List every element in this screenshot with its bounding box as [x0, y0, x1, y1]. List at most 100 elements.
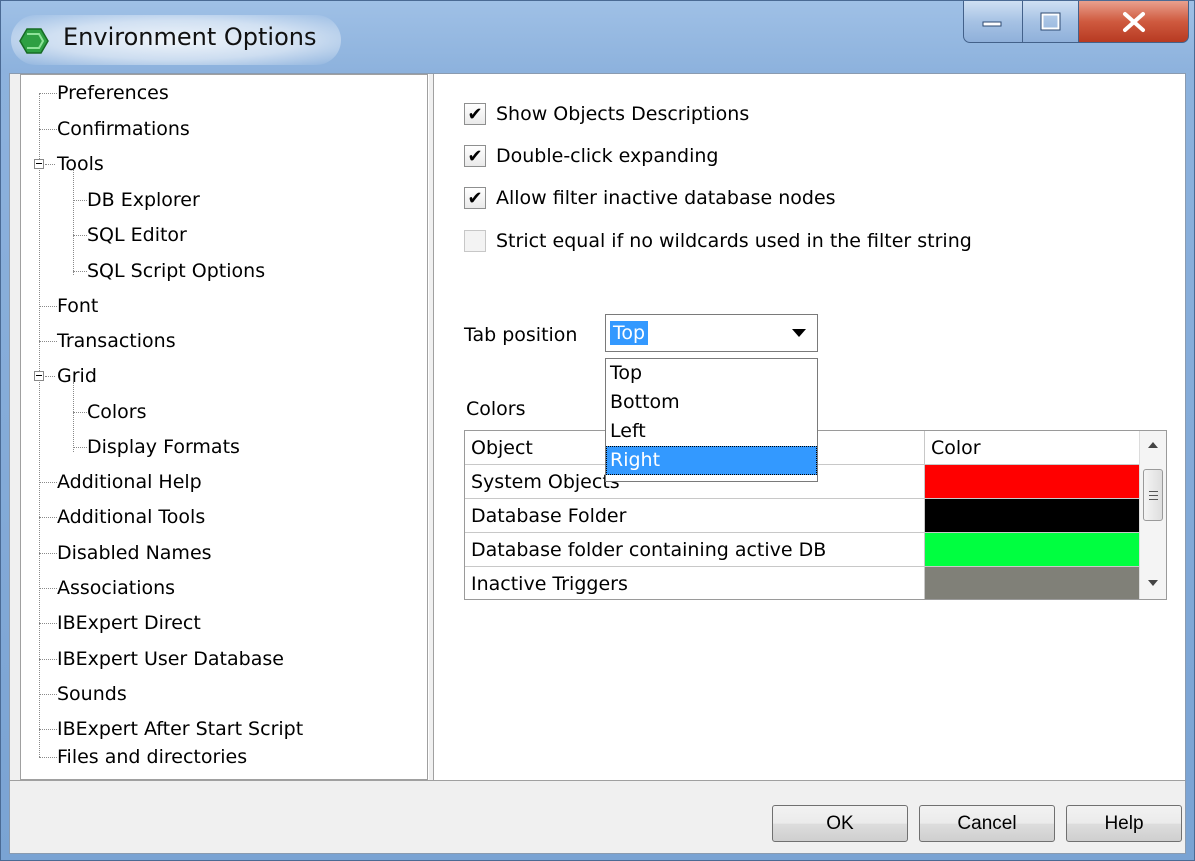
tree-line — [73, 382, 74, 452]
help-button[interactable]: Help — [1066, 805, 1182, 842]
table-row[interactable]: Database folder containing active DB — [465, 533, 1164, 567]
scroll-thumb[interactable] — [1143, 469, 1163, 521]
strict-equal-option[interactable]: Strict equal if no wildcards used in the… — [464, 230, 972, 252]
allow-filter-inactive-option[interactable]: ✔ Allow filter inactive database nodes — [464, 187, 836, 209]
tree-line — [73, 447, 87, 448]
tree-item-tools[interactable]: Tools — [57, 152, 104, 176]
table-row[interactable]: Inactive Triggers — [465, 567, 1164, 599]
tab-position-select[interactable]: Top — [605, 314, 818, 352]
tab-position-label: Tab position — [464, 324, 578, 346]
scroll-down-icon[interactable] — [1140, 573, 1166, 593]
tree-item-display-formats[interactable]: Display Formats — [87, 435, 240, 459]
tree-item-colors[interactable]: Colors — [87, 400, 147, 424]
tree-line — [39, 588, 57, 589]
show-objects-descriptions-checkbox[interactable]: ✔ — [464, 103, 486, 125]
tree-line — [39, 694, 57, 695]
tree-line — [39, 659, 57, 660]
tree-line — [45, 164, 55, 165]
options-panel: ✔ Show Objects Descriptions ✔ Double-cli… — [434, 74, 1185, 780]
tree-line — [73, 412, 87, 413]
tree-item-font[interactable]: Font — [57, 294, 98, 318]
color-swatch[interactable] — [925, 533, 1164, 567]
title-bar[interactable]: Environment Options — [1, 1, 1195, 73]
tree-item-associations[interactable]: Associations — [57, 576, 175, 600]
button-bar: OK Cancel Help — [10, 780, 1185, 853]
tree-line — [73, 200, 87, 201]
tree-line — [39, 306, 57, 307]
tree-line — [39, 729, 57, 730]
maximize-icon — [1040, 12, 1060, 30]
color-swatch[interactable] — [925, 465, 1164, 499]
maximize-button[interactable] — [1023, 1, 1079, 43]
color-swatch[interactable] — [925, 567, 1164, 599]
tree-item-ibexpert-after-start-script[interactable]: IBExpert After Start Script — [57, 717, 303, 741]
dropdown-option-right[interactable]: Right — [606, 446, 817, 475]
color-swatch[interactable] — [925, 499, 1164, 533]
tree-line — [45, 376, 55, 377]
dropdown-option-bottom[interactable]: Bottom — [606, 388, 817, 417]
strict-equal-checkbox[interactable] — [464, 230, 486, 252]
tree-item-confirmations[interactable]: Confirmations — [57, 117, 190, 141]
column-header-color[interactable]: Color — [925, 431, 1164, 465]
tree-line — [39, 623, 57, 624]
tab-position-dropdown: Top Bottom Left Right — [605, 358, 818, 482]
tree-item-sql-script-options[interactable]: SQL Script Options — [87, 259, 265, 283]
tree-item-preferences[interactable]: Preferences — [57, 81, 169, 105]
minimize-button[interactable] — [963, 1, 1023, 43]
collapse-icon[interactable] — [34, 159, 44, 169]
tree-line — [73, 170, 74, 275]
tree-line — [39, 129, 57, 130]
tree-line — [39, 517, 57, 518]
dropdown-arrow-icon[interactable] — [785, 322, 813, 344]
tab-position-value: Top — [610, 321, 649, 345]
collapse-icon[interactable] — [34, 371, 44, 381]
tree-item-db-explorer[interactable]: DB Explorer — [87, 188, 200, 212]
show-objects-descriptions-option[interactable]: ✔ Show Objects Descriptions — [464, 103, 749, 125]
double-click-expanding-checkbox[interactable]: ✔ — [464, 145, 486, 167]
scroll-up-icon[interactable] — [1140, 435, 1166, 455]
window-title: Environment Options — [63, 23, 317, 51]
environment-options-window: Environment Options Preferences Confirma… — [0, 0, 1195, 861]
tree-item-grid[interactable]: Grid — [57, 364, 97, 388]
cancel-button[interactable]: Cancel — [919, 805, 1055, 842]
table-row[interactable]: Database Folder — [465, 499, 1164, 533]
close-icon — [1122, 11, 1145, 32]
tree-line — [39, 553, 57, 554]
tree-item-additional-help[interactable]: Additional Help — [57, 470, 202, 494]
options-tree[interactable]: Preferences Confirmations Tools DB Explo… — [20, 74, 428, 780]
colors-label: Colors — [466, 398, 526, 420]
tree-item-sql-editor[interactable]: SQL Editor — [87, 223, 187, 247]
close-button[interactable] — [1079, 1, 1189, 43]
tree-item-disabled-names[interactable]: Disabled Names — [57, 541, 212, 565]
tree-line — [39, 93, 57, 94]
checkbox-label: Strict equal if no wildcards used in the… — [496, 230, 972, 252]
minimize-icon — [982, 21, 1002, 26]
dropdown-option-top[interactable]: Top — [606, 359, 817, 388]
tree-line — [73, 235, 87, 236]
tree-item-ibexpert-direct[interactable]: IBExpert Direct — [57, 611, 201, 635]
double-click-expanding-option[interactable]: ✔ Double-click expanding — [464, 145, 718, 167]
dialog-client-area: Preferences Confirmations Tools DB Explo… — [9, 73, 1186, 854]
dropdown-option-left[interactable]: Left — [606, 417, 817, 446]
checkbox-label: Show Objects Descriptions — [496, 103, 750, 125]
tree-line — [39, 341, 57, 342]
object-cell: Database folder containing active DB — [465, 533, 925, 567]
tree-item-files-and-directories[interactable]: Files and directories — [57, 745, 247, 769]
window-controls — [963, 1, 1189, 43]
tree-line — [39, 93, 40, 757]
app-icon — [19, 28, 49, 54]
tree-item-transactions[interactable]: Transactions — [57, 329, 176, 353]
allow-filter-inactive-checkbox[interactable]: ✔ — [464, 187, 486, 209]
object-cell: Inactive Triggers — [465, 567, 925, 599]
checkbox-label: Double-click expanding — [496, 145, 719, 167]
tree-item-sounds[interactable]: Sounds — [57, 682, 127, 706]
tree-line — [39, 757, 57, 758]
tree-item-ibexpert-user-database[interactable]: IBExpert User Database — [57, 647, 284, 671]
tree-line — [39, 482, 57, 483]
grid-scrollbar[interactable] — [1139, 431, 1166, 599]
object-cell: Database Folder — [465, 499, 925, 533]
tree-item-additional-tools[interactable]: Additional Tools — [57, 505, 205, 529]
ok-button[interactable]: OK — [772, 805, 908, 842]
checkbox-label: Allow filter inactive database nodes — [496, 187, 836, 209]
tree-line — [73, 271, 87, 272]
